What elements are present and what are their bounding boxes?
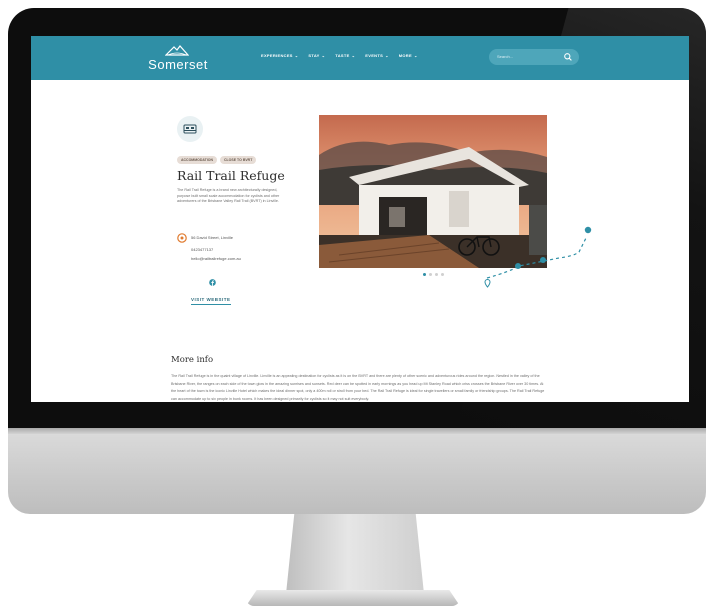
tag-list: ACCOMMODATION CLOSE TO BVRT	[177, 156, 257, 164]
category-badge	[177, 116, 203, 142]
chevron-down-icon: ⌄	[351, 53, 356, 58]
visit-website-link[interactable]: VISIT WEBSITE	[191, 297, 231, 305]
chevron-down-icon: ⌄	[321, 53, 326, 58]
chevron-down-icon: ⌄	[294, 53, 299, 58]
main-nav: EXPERIENCES ⌄ STAY ⌄ TASTE ⌄ EVENTS ⌄ MORE ⌄	[261, 53, 418, 58]
nav-stay-label: STAY	[308, 53, 320, 58]
gallery-dot[interactable]	[441, 273, 444, 276]
nav-taste-label: TASTE	[335, 53, 350, 58]
search-icon[interactable]	[563, 52, 573, 62]
gallery-pagination	[423, 273, 444, 276]
monitor-foot	[246, 590, 460, 606]
mountain-logo-icon	[165, 45, 189, 56]
facebook-icon[interactable]	[209, 279, 216, 286]
gallery-dot[interactable]	[435, 273, 438, 276]
nav-taste[interactable]: TASTE ⌄	[335, 53, 355, 58]
nav-more[interactable]: MORE ⌄	[399, 53, 418, 58]
gallery-dot[interactable]	[429, 273, 432, 276]
site-header: Somerset EXPERIENCES ⌄ STAY ⌄ TASTE ⌄ EVENT…	[31, 36, 689, 80]
nav-more-label: MORE	[398, 53, 412, 58]
search-input[interactable]: Search...	[489, 49, 579, 65]
tag-accommodation[interactable]: ACCOMMODATION	[177, 156, 218, 164]
chin-edge	[8, 428, 706, 434]
chevron-down-icon: ⌄	[413, 53, 418, 58]
logo-text: Somerset	[148, 57, 208, 72]
bed-icon	[183, 124, 197, 134]
nav-events-label: EVENTS	[365, 53, 384, 58]
search-placeholder: Search...	[497, 54, 514, 59]
nav-experiences-label: EXPERIENCES	[261, 53, 293, 58]
nav-events[interactable]: EVENTS ⌄	[365, 53, 388, 58]
nav-experiences[interactable]: EXPERIENCES ⌄	[261, 53, 298, 58]
tag-close-to-bvrt[interactable]: CLOSE TO BVRT	[220, 156, 257, 164]
monitor-chin	[8, 428, 706, 514]
phone-link[interactable]: 0423477137	[191, 247, 213, 252]
listing-description: The Rail Trail Refuge is a brand new arc…	[177, 188, 280, 203]
monitor-stand	[286, 514, 424, 594]
nav-stay[interactable]: STAY ⌄	[308, 53, 325, 58]
more-info-heading: More info	[171, 355, 214, 365]
page-title: Rail Trail Refuge	[177, 168, 285, 183]
site-logo[interactable]: Somerset	[143, 44, 213, 74]
trail-decoration-icon	[484, 226, 592, 288]
email-link[interactable]: hello@railtrailrefuge.com.au	[191, 256, 241, 261]
browser-screen: Somerset EXPERIENCES ⌄ STAY ⌄ TASTE ⌄ EVENT…	[31, 36, 689, 402]
address-text: 56 David Street, Linville	[191, 235, 234, 240]
more-info-text: The Rail Trail Refuge is in the quaint v…	[171, 374, 545, 401]
chevron-down-icon: ⌄	[385, 53, 389, 58]
map-pin-icon	[177, 233, 187, 243]
gallery-dot[interactable]	[423, 273, 426, 276]
